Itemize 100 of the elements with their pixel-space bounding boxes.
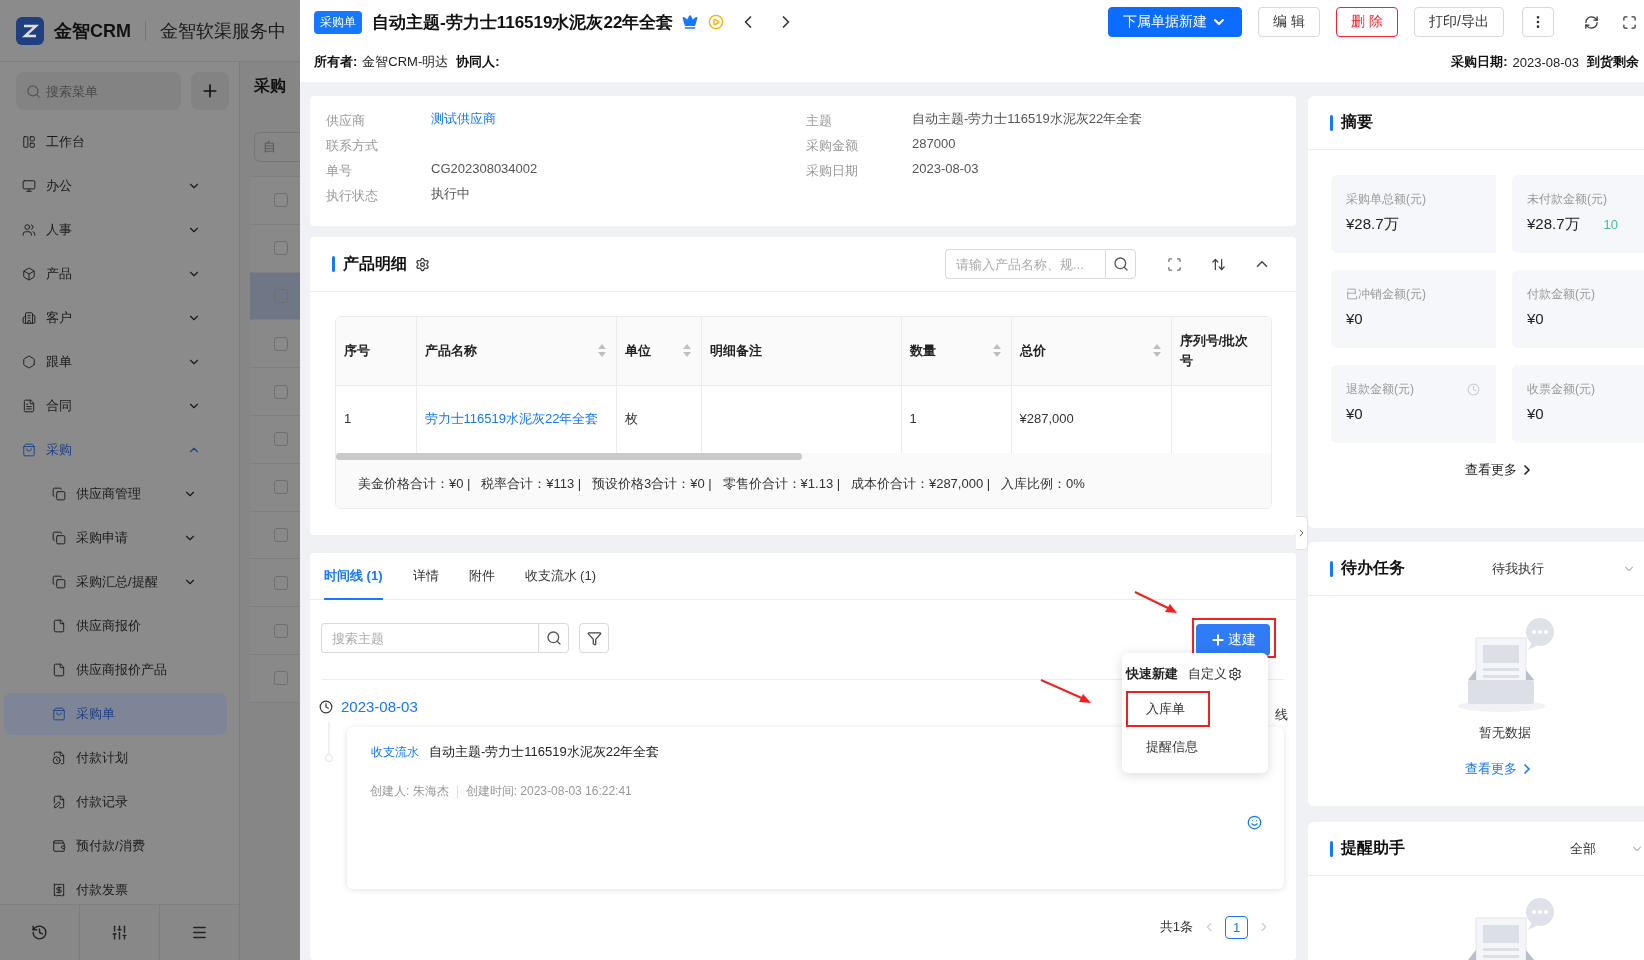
reminder-filter-dropdown[interactable]: 全部 [1570,839,1644,858]
more-button[interactable] [1522,7,1554,37]
history-icon [31,924,48,941]
row-checkbox[interactable] [274,671,288,686]
action-button[interactable]: 打印/导出 [1414,7,1504,37]
record-title: 自动主题-劳力士116519水泥灰22年全套 [372,11,674,34]
building-icon [22,311,36,325]
stat-value: ¥0 [1346,310,1363,327]
row-checkbox[interactable] [274,527,288,542]
stat-label: 收票金额(元) [1527,381,1595,398]
scrollbar[interactable] [336,453,1271,460]
menu-item[interactable]: 合同 [0,385,239,427]
action-button[interactable]: 删 除 [1336,7,1399,37]
bag-icon [22,443,36,457]
row-checkbox[interactable] [274,575,288,590]
view-more-link[interactable]: 查看更多 [1465,760,1535,778]
menu-item[interactable]: 工作台 [0,121,239,163]
row-checkbox[interactable] [274,336,288,351]
totals-summary: 美金价格合计：¥0 | 税率合计：¥113 | 预设价格3合计：¥0 | 零售价合计：¥1.13 | 成本价合计：¥287,000 | 入库比例：0% [336,460,1271,508]
menu-item[interactable]: 供应商报价产品 [4,649,227,691]
fullscreen-icon [1621,14,1637,30]
collaborator-label: 协同人: [456,53,500,71]
settings-icon [1228,667,1242,681]
menu-item[interactable]: 采购单 [4,693,227,735]
menu-item[interactable]: 付款发票 [4,869,227,904]
emoji-button[interactable] [1247,815,1262,830]
column-header[interactable]: 序号 [336,317,416,385]
filter-button[interactable] [579,623,609,653]
column-header[interactable]: 序列号/批次号 [1171,317,1271,385]
section-title: 提醒助手 [1341,838,1405,858]
supplier-link[interactable]: 测试供应商 [431,109,496,128]
page-title: 采购 [253,75,287,96]
row-checkbox[interactable] [274,193,288,208]
stat-label: 未付款金额(元) [1527,191,1607,208]
tab[interactable]: 详情 [412,553,439,600]
section-title: 待办任务 [1341,558,1405,578]
menu-item[interactable]: 采购汇总/提醒 [4,561,227,603]
search-button[interactable] [1105,249,1136,279]
timeline-rail [325,722,333,762]
menu-item[interactable]: 采购 [0,429,239,471]
search-icon [26,84,41,99]
row-checkbox[interactable] [274,432,288,447]
menu-item[interactable]: 付款计划 [4,737,227,779]
play-icon [708,14,725,30]
menu-item[interactable]: 产品 [0,253,239,295]
menu-item[interactable]: 付款记录 [4,781,227,823]
row-checkbox[interactable] [274,384,288,399]
view-more-link[interactable]: 查看更多 [1465,461,1535,479]
search-button[interactable] [538,623,569,653]
add-button[interactable] [191,72,229,110]
filter-icon [586,630,602,646]
row-checkbox[interactable] [274,480,288,495]
tab[interactable]: 附件 [468,553,495,600]
hexagon-icon [22,355,36,369]
menu-item[interactable]: 采购申请 [4,517,227,559]
table-row[interactable] [250,272,300,321]
menu-item[interactable]: 客户 [0,297,239,339]
task-filter-dropdown[interactable]: 待我执行 [1492,559,1636,578]
menu-item[interactable]: 供应商报价 [4,605,227,647]
quick-create-button[interactable]: 速建 [1196,624,1270,656]
users-icon [22,223,36,237]
column-header[interactable]: 产品名称 [416,317,616,385]
collapse-handle[interactable] [1296,516,1308,550]
fullscreen-icon [1166,256,1182,272]
stat-label: 付款金额(元) [1527,286,1595,303]
menu-item[interactable]: 预付款/消费 [4,825,227,867]
tab[interactable]: 时间线 (1) [324,553,383,600]
stat-value: ¥28.7万 [1527,215,1580,234]
menu-item[interactable]: 人事 [0,209,239,251]
topic-search-field[interactable]: 搜索主题 [321,623,538,653]
menu-icon [191,924,208,941]
field-label: 执行状态 [326,186,378,205]
owner-value: 金智CRM-明达 [362,53,449,71]
box-icon [22,267,36,281]
field-label: 采购金额 [806,136,858,155]
stat-label: 退款金额(元) [1346,381,1414,398]
column-header[interactable]: 数量 [901,317,1011,385]
column-header[interactable]: 单位 [616,317,701,385]
entry-tag: 收支流水 [367,743,423,761]
monitor-icon [22,179,36,193]
stat-value: ¥0 [1527,310,1544,327]
menu-item[interactable]: 办公 [0,165,239,207]
customize-button[interactable]: 自定义 [1188,665,1242,683]
owner-label: 所有者: [314,53,358,71]
column-header[interactable]: 总价 [1011,317,1171,385]
stat-label: 已冲销金额(元) [1346,286,1426,303]
tab[interactable]: 收支流水 (1) [524,553,596,600]
row-checkbox[interactable] [274,241,288,256]
page-number[interactable]: 1 [1225,915,1248,939]
menu-item[interactable]: 跟单 [0,341,239,383]
column-header[interactable]: 明细备注 [701,317,901,385]
row-checkbox[interactable] [274,623,288,638]
plus-icon [1210,632,1226,648]
menu-item[interactable]: 供应商管理 [4,473,227,515]
document-icon [52,795,66,809]
product-search-field[interactable]: 请输入产品名称、规... [945,249,1105,279]
menu-item[interactable]: 入库单 [1126,691,1210,727]
document-icon [52,619,66,633]
action-button[interactable]: 下属单据新建 [1108,7,1243,37]
action-button[interactable]: 编 辑 [1258,7,1321,37]
